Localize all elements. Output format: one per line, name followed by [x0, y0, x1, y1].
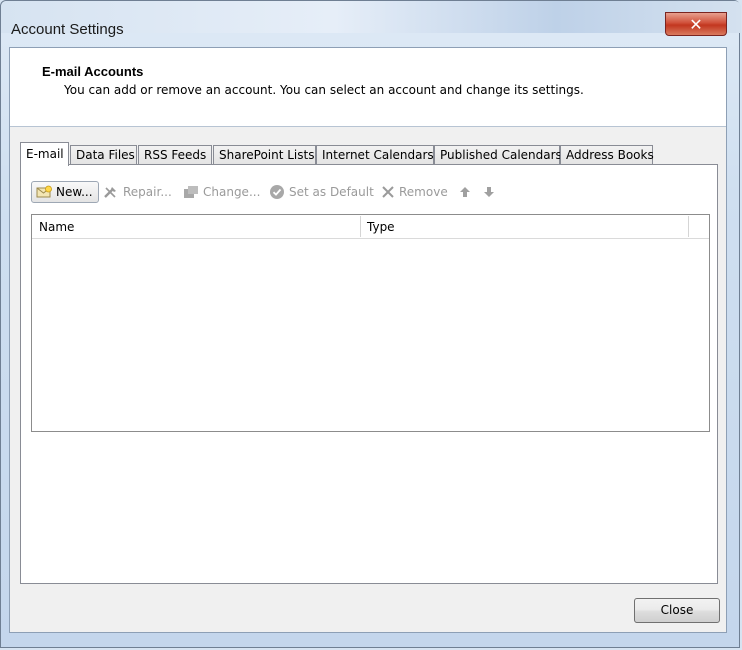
remove-x-icon [381, 185, 395, 199]
set-as-default-label: Set as Default [289, 185, 374, 199]
close-button[interactable]: Close [634, 598, 720, 623]
account-settings-window: Account Settings ✕ E-mail Accounts You c… [0, 0, 741, 648]
dialog-client-area: E-mail Accounts You can add or remove an… [9, 47, 727, 633]
change-icon [183, 185, 199, 199]
column-header-type[interactable]: Type [360, 215, 688, 238]
header-title: E-mail Accounts [42, 64, 144, 79]
move-down-button[interactable] [483, 181, 495, 203]
move-up-arrow-icon [459, 186, 471, 198]
repair-tools-icon [103, 185, 119, 199]
header-description: You can add or remove an account. You ca… [64, 83, 584, 97]
set-as-default-button[interactable]: Set as Default [269, 181, 374, 203]
tab-rss-feeds[interactable]: RSS Feeds [138, 145, 212, 165]
window-close-button[interactable]: ✕ [665, 12, 727, 36]
repair-button[interactable]: Repair... [103, 181, 172, 203]
window-title: Account Settings [11, 21, 124, 38]
close-icon: ✕ [689, 14, 703, 34]
title-bar[interactable]: Account Settings [1, 1, 741, 38]
change-button[interactable]: Change... [183, 181, 260, 203]
tab-sharepoint-lists[interactable]: SharePoint Lists [213, 145, 316, 165]
accounts-list[interactable]: Name Type [31, 214, 710, 432]
move-up-button[interactable] [459, 181, 471, 203]
new-button-label: New... [56, 185, 93, 199]
column-divider[interactable] [688, 216, 689, 237]
repair-button-label: Repair... [123, 185, 172, 199]
list-header: Name Type [32, 215, 709, 239]
column-header-name[interactable]: Name [32, 215, 360, 238]
remove-button-label: Remove [399, 185, 448, 199]
tab-data-files[interactable]: Data Files [70, 145, 137, 165]
tab-email[interactable]: E-mail [20, 142, 69, 166]
remove-button[interactable]: Remove [381, 181, 448, 203]
dialog-header: E-mail Accounts You can add or remove an… [10, 48, 726, 127]
change-button-label: Change... [203, 185, 261, 199]
tab-internet-calendars[interactable]: Internet Calendars [316, 145, 434, 165]
move-down-arrow-icon [483, 186, 495, 198]
tab-published-calendars[interactable]: Published Calendars [434, 145, 562, 165]
tab-address-books[interactable]: Address Books [560, 145, 654, 165]
new-button[interactable]: New... [31, 181, 99, 203]
new-account-icon [36, 185, 52, 199]
email-tab-panel: New... Repair... Change... Set as Defaul… [20, 164, 718, 584]
checkmark-icon [269, 184, 285, 200]
